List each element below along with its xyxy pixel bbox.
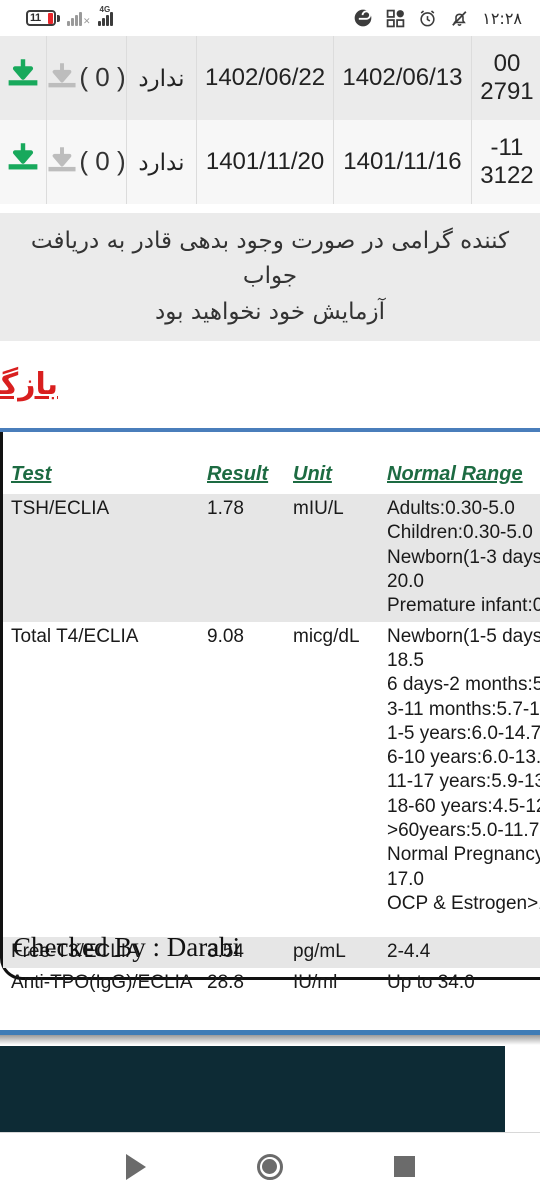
attachment-count-label: ( 0 ) (79, 62, 126, 93)
lab-results-body: TSH/ECLIA 1.78 mIU/L Adults:0.30-5.0 Chi… (3, 494, 540, 998)
no-service-x-icon: ✕ (83, 15, 91, 26)
header-normal-range: Normal Range (387, 463, 523, 485)
cell-unit: micg/dL (293, 625, 360, 647)
date-collected-cell: 1402/06/13 (333, 36, 470, 120)
cell-unit: mIU/L (285, 494, 379, 622)
battery-fill (48, 12, 53, 24)
date-collected-cell: 1401/11/16 (333, 120, 470, 204)
date-reported-cell: 1401/11/20 (195, 120, 333, 204)
header-unit: Unit (293, 463, 332, 485)
battery-icon: 11 (26, 10, 60, 26)
lab-report-card: Test Result Unit Normal Range TSH/ECLIA … (0, 432, 540, 993)
sample-id-line2: 2791 (480, 78, 534, 105)
download-gray-icon[interactable] (47, 62, 77, 94)
header-result: Result (207, 463, 269, 485)
status-bar: 11 ✕ 4G ۱۲:۲۸ (0, 0, 540, 36)
back-link-zone: بازگشت (0, 341, 540, 431)
table-header-row: Test Result Unit Normal Range (3, 460, 540, 494)
lab-results-table: Test Result Unit Normal Range TSH/ECLIA … (3, 460, 540, 998)
sample-id-line1: 11- (490, 134, 524, 162)
recents-button-icon[interactable] (393, 1156, 415, 1177)
download-green-icon[interactable] (7, 58, 39, 99)
table-row[interactable]: ی 11- 3122 1401/11/16 1401/11/20 ندارد (… (0, 120, 540, 204)
debt-notice-text: کننده گرامی در صورت وجود بدهی قادر به در… (10, 224, 530, 331)
cell-unit: pg/mL (285, 937, 379, 968)
date-reported-cell: 1402/06/22 (195, 36, 333, 120)
clock-label: ۱۲:۲۸ (482, 8, 522, 28)
battery-cap (57, 14, 60, 22)
qr-scan-icon (386, 9, 405, 28)
header-test: Test (11, 463, 52, 485)
status-cell: ندارد (126, 36, 196, 120)
download-cell[interactable] (0, 120, 46, 204)
sample-id-line1: 00 (493, 50, 521, 78)
signal-sim2-icon: 4G (97, 5, 113, 26)
footer-dark-block (0, 1046, 505, 1132)
mute-bell-icon (450, 9, 469, 28)
notice-line-2: آزمایش خود نخواهید بود (154, 298, 385, 325)
table-row[interactable]: ف 00 2791 1402/06/13 1402/06/22 ندارد ( … (0, 36, 540, 120)
download-green-icon[interactable] (7, 142, 39, 183)
alarm-icon (418, 9, 437, 28)
cell-normal-range: Newborn(1-5 days 18.5 6 days-2 months:5 … (387, 625, 540, 914)
app-screen: 11 ✕ 4G ۱۲:۲۸ 00 2791 1402/06/13 1402/06… (0, 0, 540, 1200)
cell-normal-range: 2-4.4 (379, 937, 540, 968)
cell-result: 1.78 (199, 494, 285, 622)
sample-id-cell: 11- 3122 (470, 120, 540, 204)
attachment-cell[interactable]: ( 0 ) (46, 120, 126, 204)
status-bar-left: 11 ✕ 4G (0, 5, 113, 26)
signal-sim1-icon: ✕ (67, 11, 91, 26)
e-browser-icon (353, 8, 373, 28)
checked-by-label: Checked By : Darabi (13, 932, 241, 962)
android-nav-bar (0, 1133, 540, 1200)
table-row: Total T4/ECLIA 9.08 micg/dL Newborn(1-5 … (3, 622, 540, 920)
cell-normal-range: Adults:0.30-5.0 Children:0.30-5.0 Newbor… (379, 494, 540, 622)
cell-unit: IU/ml (293, 971, 338, 993)
status-bar-right: ۱۲:۲۸ (353, 8, 540, 28)
sample-id-cell: 00 2791 (470, 36, 540, 120)
cell-test: TSH/ECLIA (3, 494, 199, 622)
back-button-icon[interactable] (125, 1153, 146, 1180)
cell-result: 28.8 (207, 971, 244, 993)
download-cell[interactable] (0, 36, 46, 120)
notice-line-1: کننده گرامی در صورت وجود بدهی قادر به در… (30, 227, 510, 290)
cell-normal-range: Up to 34.0 (387, 971, 475, 993)
home-button-icon[interactable] (256, 1153, 283, 1180)
back-link[interactable]: بازگشت (0, 367, 58, 402)
cell-result: 9.08 (207, 625, 244, 647)
table-row: Anti-TPO(IgG)/ECLIA 28.8 IU/ml Up to 34.… (3, 968, 540, 998)
footer-gradient (0, 1035, 540, 1045)
attachment-cell[interactable]: ( 0 ) (46, 36, 126, 120)
download-gray-icon[interactable] (47, 146, 77, 178)
attachment-count-label: ( 0 ) (79, 146, 126, 177)
status-cell: ندارد (126, 120, 196, 204)
cell-test: Anti-TPO(IgG)/ECLIA (11, 971, 193, 993)
table-row: TSH/ECLIA 1.78 mIU/L Adults:0.30-5.0 Chi… (3, 494, 540, 622)
results-list-table: ف 00 2791 1402/06/13 1402/06/22 ندارد ( … (0, 36, 540, 204)
debt-notice-banner: کننده گرامی در صورت وجود بدهی قادر به در… (0, 213, 540, 341)
battery-level-label: 11 (30, 11, 41, 24)
sample-id-line2: 3122 (480, 162, 534, 189)
cell-test: Total T4/ECLIA (11, 625, 139, 647)
